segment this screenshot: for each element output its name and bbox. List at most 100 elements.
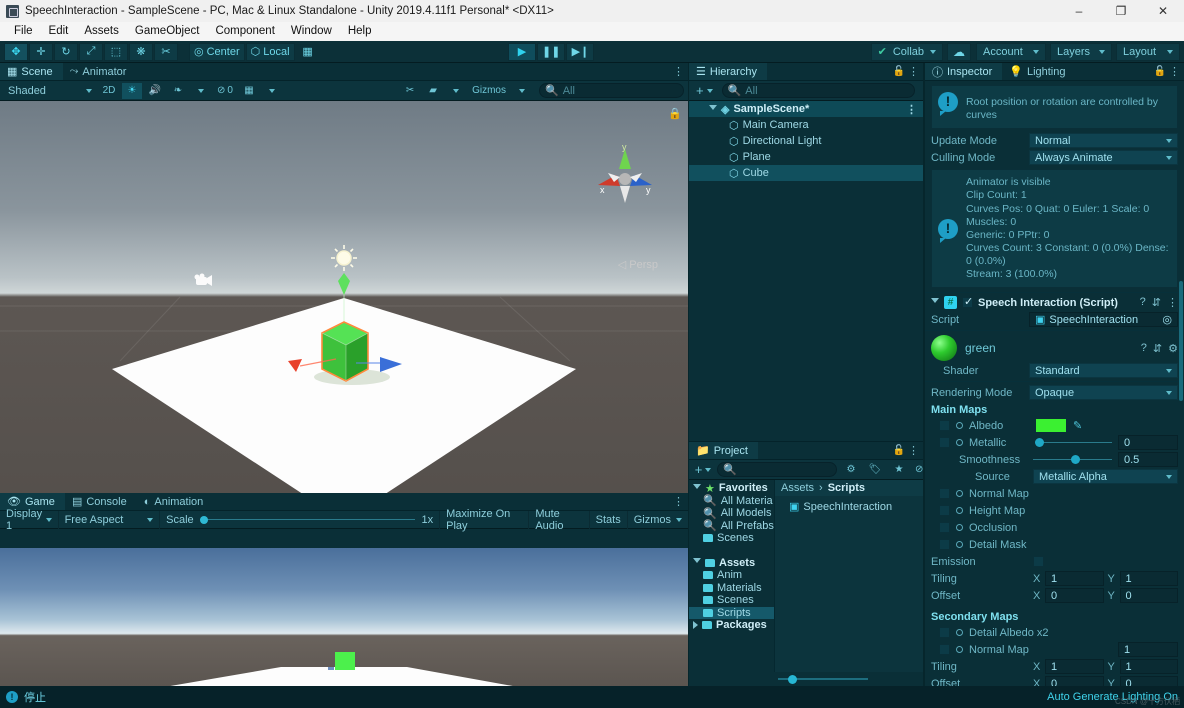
occlusion-texture-slot[interactable]: [939, 522, 950, 533]
move-tool-icon[interactable]: ✛: [29, 43, 53, 61]
hand-tool-icon[interactable]: ✥: [4, 43, 28, 61]
menu-file[interactable]: File: [6, 22, 41, 41]
toggle-2d-button[interactable]: 2D: [99, 83, 119, 99]
camera-dropdown-icon[interactable]: [446, 83, 466, 99]
cloud-icon[interactable]: ☁: [947, 43, 971, 61]
menu-help[interactable]: Help: [340, 22, 380, 41]
detail-mask-texture-slot[interactable]: [939, 539, 950, 550]
shader-dropdown[interactable]: Standard: [1029, 363, 1178, 378]
albedo-texture-slot[interactable]: [939, 420, 950, 431]
sec-tiling-x-input[interactable]: 1: [1045, 659, 1104, 674]
scale-tool-icon[interactable]: ⤢: [79, 43, 103, 61]
menu-component[interactable]: Component: [207, 22, 282, 41]
game-viewport[interactable]: [0, 548, 688, 686]
preset-icon[interactable]: ⇵: [1153, 342, 1162, 355]
culling-mode-dropdown[interactable]: Always Animate: [1029, 150, 1178, 165]
chevron-down-icon[interactable]: [709, 105, 717, 114]
rect-tool-icon[interactable]: ⬚: [104, 43, 128, 61]
filter-by-label-icon[interactable]: 🏷: [865, 462, 885, 478]
hierarchy-item-plane[interactable]: ⬡ Plane: [689, 149, 923, 165]
hierarchy-item-cube[interactable]: ⬡ Cube: [689, 165, 923, 181]
scene-fx-icon[interactable]: ❧: [168, 83, 188, 99]
scene-gizmos-button[interactable]: Gizmos: [469, 83, 509, 99]
chevron-down-icon[interactable]: [931, 298, 939, 307]
project-tree-scripts[interactable]: Scripts: [689, 607, 774, 620]
project-add-button[interactable]: +: [693, 462, 713, 478]
rendering-mode-dropdown[interactable]: Opaque: [1029, 385, 1178, 400]
project-tree-anim[interactable]: Anim: [689, 569, 774, 582]
rotate-tool-icon[interactable]: ↻: [54, 43, 78, 61]
scene-grid-visibility-icon[interactable]: ▦: [239, 83, 259, 99]
tab-project[interactable]: 📁 Project: [689, 442, 758, 459]
project-menu-icon[interactable]: ⋮: [908, 444, 919, 457]
normal-map-texture-slot[interactable]: [939, 488, 950, 499]
hierarchy-item-directional-light[interactable]: ⬡ Directional Light: [689, 133, 923, 149]
tab-scene[interactable]: ▦ Scene: [0, 63, 63, 80]
gear-icon[interactable]: ⚙: [1168, 342, 1178, 355]
scene-panel-menu-icon[interactable]: ⋮: [673, 65, 684, 78]
pivot-rotation-button[interactable]: ⬡ Local: [246, 43, 295, 61]
albedo-color-swatch[interactable]: [1035, 418, 1067, 433]
project-tree-favorites[interactable]: ★ Favorites: [689, 482, 774, 495]
perspective-label[interactable]: ◁ Persp: [618, 258, 658, 271]
game-panel-menu-icon[interactable]: ⋮: [673, 495, 684, 508]
scene-search-input[interactable]: 🔍 All: [539, 83, 684, 98]
display-dropdown[interactable]: Display 1: [0, 511, 59, 529]
maximize-button[interactable]: ❐: [1100, 0, 1142, 22]
sec-offset-x-input[interactable]: 0: [1045, 676, 1104, 686]
source-dropdown[interactable]: Metallic Alpha: [1033, 469, 1178, 484]
inspector-scrollbar[interactable]: [1179, 281, 1183, 401]
tab-console[interactable]: ▤ Console: [65, 493, 137, 510]
project-tree-all-prefabs[interactable]: 🔍 All Prefabs: [689, 520, 774, 533]
offset-y-input[interactable]: 0: [1120, 588, 1179, 603]
chevron-down-icon[interactable]: [693, 484, 701, 493]
layout-button[interactable]: Layout: [1116, 43, 1180, 61]
hidden-objects-icon[interactable]: ⊘ 0: [214, 83, 236, 99]
help-icon[interactable]: ?: [1141, 342, 1147, 355]
tab-animation[interactable]: ◐ Animation: [137, 493, 214, 510]
scene-lock-icon[interactable]: 🔒: [668, 107, 682, 120]
custom-editor-tool-icon[interactable]: ✂: [154, 43, 178, 61]
object-picker-icon[interactable]: ◎: [1162, 313, 1172, 326]
fx-dropdown-icon[interactable]: [191, 83, 211, 99]
sec-tiling-y-input[interactable]: 1: [1120, 659, 1179, 674]
metallic-slider[interactable]: [1035, 437, 1112, 449]
tab-lighting[interactable]: 💡 Lighting: [1002, 63, 1075, 80]
scene-audio-icon[interactable]: 🔊: [145, 83, 165, 99]
height-map-texture-slot[interactable]: [939, 505, 950, 516]
secondary-normal-value[interactable]: 1: [1118, 642, 1178, 657]
scene-viewport[interactable]: 🔒 x y y ◁ Persp: [0, 101, 688, 493]
account-button[interactable]: Account: [976, 43, 1046, 61]
aspect-dropdown[interactable]: Free Aspect: [59, 511, 161, 529]
project-tree-scenes[interactable]: Scenes: [689, 594, 774, 607]
maximize-on-play-button[interactable]: Maximize On Play: [440, 511, 529, 529]
gizmos-dropdown-icon[interactable]: [512, 83, 532, 99]
game-gizmos-button[interactable]: Gizmos: [628, 511, 688, 529]
tiling-y-input[interactable]: 1: [1120, 571, 1179, 586]
menu-gameobject[interactable]: GameObject: [127, 22, 208, 41]
emission-checkbox[interactable]: [1033, 556, 1044, 567]
metallic-texture-slot[interactable]: [939, 437, 950, 448]
chevron-right-icon[interactable]: [693, 621, 698, 629]
secondary-normal-texture-slot[interactable]: [939, 644, 950, 655]
stats-button[interactable]: Stats: [590, 511, 628, 529]
draw-mode-dropdown[interactable]: Shaded: [4, 83, 96, 99]
transform-tool-icon[interactable]: ❋: [129, 43, 153, 61]
scene-tools-icon[interactable]: ✂: [400, 83, 420, 99]
update-mode-dropdown[interactable]: Normal: [1029, 133, 1178, 148]
help-icon[interactable]: ?: [1140, 296, 1146, 309]
inspector-lock-icon[interactable]: 🔓: [1154, 66, 1166, 77]
hierarchy-item-main-camera[interactable]: ⬡ Main Camera: [689, 117, 923, 133]
project-tree-materials[interactable]: Materials: [689, 582, 774, 595]
project-tree-fav-scenes[interactable]: Scenes: [689, 532, 774, 545]
filter-favorites-icon[interactable]: ★: [889, 462, 909, 478]
menu-window[interactable]: Window: [283, 22, 340, 41]
menu-edit[interactable]: Edit: [41, 22, 77, 41]
chevron-down-icon[interactable]: [693, 558, 701, 567]
project-tree-packages[interactable]: Packages: [689, 619, 774, 632]
metallic-value[interactable]: 0: [1118, 435, 1178, 450]
hierarchy-menu-icon[interactable]: ⋮: [908, 65, 919, 78]
grid-snapping-icon[interactable]: ▦: [296, 43, 320, 61]
pivot-mode-button[interactable]: ◎ Center: [189, 43, 245, 61]
project-file-speechinteraction[interactable]: ▣ SpeechInteraction: [775, 499, 923, 514]
